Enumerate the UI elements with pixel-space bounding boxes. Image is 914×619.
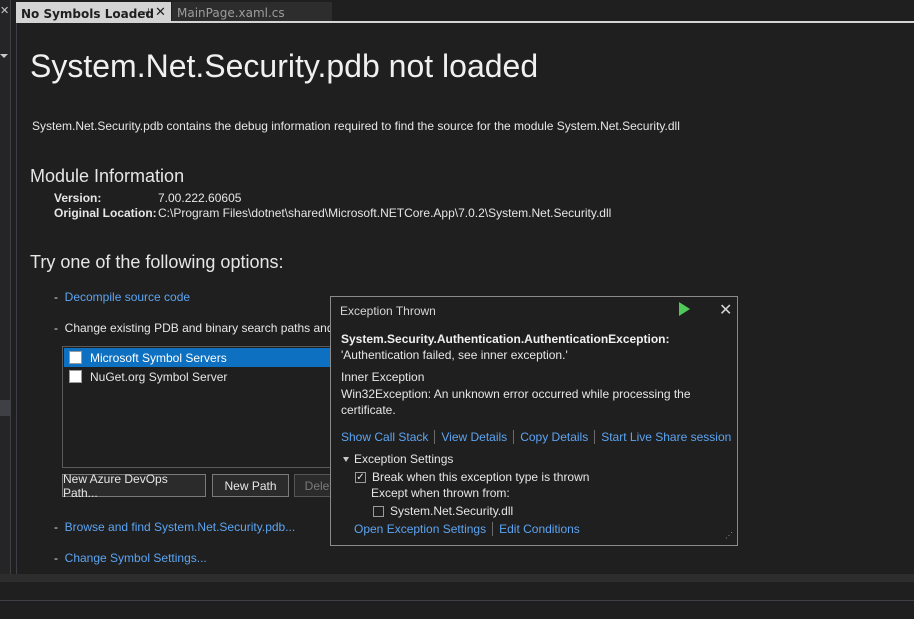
divider xyxy=(492,522,494,536)
exception-settings-heading: Exception Settings xyxy=(354,452,454,466)
tab-label: No Symbols Loaded xyxy=(21,6,155,21)
exception-type: System.Security.Authentication.Authentic… xyxy=(341,332,670,346)
collapse-triangle-icon xyxy=(343,456,349,462)
break-when-thrown-label: Break when this exception type is thrown xyxy=(372,470,590,484)
option-change-symbol-settings: - Change Symbol Settings... xyxy=(54,551,207,565)
break-when-thrown-option[interactable]: ✓ Break when this exception type is thro… xyxy=(355,470,589,484)
edit-conditions-link[interactable]: Edit Conditions xyxy=(499,522,580,536)
close-icon[interactable]: ✕ xyxy=(719,300,732,320)
close-icon[interactable]: ✕ xyxy=(0,4,9,17)
popup-title: Exception Thrown xyxy=(340,304,436,318)
option-decompile: - Decompile source code xyxy=(54,290,190,304)
divider xyxy=(434,430,436,444)
option-change-paths: - Change existing PDB and binary search … xyxy=(54,321,341,335)
tab-no-symbols-loaded[interactable]: No Symbols Loaded ⊣ ✕ xyxy=(16,2,171,23)
checkbox[interactable] xyxy=(373,505,384,517)
module-exclusion-option[interactable]: System.Net.Security.dll xyxy=(373,504,513,518)
exception-settings-toggle[interactable]: Exception Settings xyxy=(343,452,453,466)
bullet: - xyxy=(54,321,58,335)
list-item-label: Microsoft Symbol Servers xyxy=(90,350,227,365)
module-label: System.Net.Security.dll xyxy=(390,504,514,518)
status-bar xyxy=(0,600,914,619)
location-label: Original Location: xyxy=(54,206,157,220)
copy-details-link[interactable]: Copy Details xyxy=(520,430,588,444)
open-exception-settings-link[interactable]: Open Exception Settings xyxy=(354,522,486,536)
list-item-microsoft-symbol-servers[interactable]: Microsoft Symbol Servers xyxy=(64,348,352,367)
inner-exception-heading: Inner Exception xyxy=(341,370,425,384)
divider xyxy=(513,430,515,444)
scroll-thumb[interactable] xyxy=(0,400,10,416)
except-when-thrown-label: Except when thrown from: xyxy=(371,486,510,500)
new-path-button[interactable]: New Path xyxy=(212,474,289,497)
list-item-label: NuGet.org Symbol Server xyxy=(90,369,228,384)
change-paths-text: Change existing PDB and binary search pa… xyxy=(64,321,341,335)
start-live-share-link[interactable]: Start Live Share session xyxy=(601,430,731,444)
checkbox[interactable]: ✓ xyxy=(355,471,366,483)
new-azure-devops-path-button[interactable]: New Azure DevOps Path... xyxy=(62,472,206,500)
page-title: System.Net.Security.pdb not loaded xyxy=(30,48,539,84)
list-item-nuget-symbol-server[interactable]: NuGet.org Symbol Server xyxy=(64,367,352,386)
inner-exception-message: Win32Exception: An unknown error occurre… xyxy=(341,387,691,417)
version-value: 7.00.222.60605 xyxy=(158,191,242,205)
view-details-link[interactable]: View Details xyxy=(441,430,507,444)
bullet: - xyxy=(54,551,58,565)
version-label: Version: xyxy=(54,191,102,205)
decompile-link[interactable]: Decompile source code xyxy=(65,290,190,304)
options-heading: Try one of the following options: xyxy=(30,252,284,272)
document-tab-bar: No Symbols Loaded ⊣ ✕ MainPage.xaml.cs xyxy=(16,2,914,23)
bullet: - xyxy=(54,290,58,304)
pin-icon[interactable]: ⊣ xyxy=(140,6,150,19)
popup-settings-links: Open Exception Settings Edit Conditions xyxy=(354,522,580,536)
option-browse: - Browse and find System.Net.Security.pd… xyxy=(54,520,295,534)
exception-message: 'Authentication failed, see inner except… xyxy=(341,348,568,362)
browse-link[interactable]: Browse and find System.Net.Security.pdb.… xyxy=(65,520,296,534)
chevron-down-icon[interactable] xyxy=(0,54,8,58)
popup-actions: Show Call Stack View Details Copy Detail… xyxy=(341,430,731,444)
resize-grip-icon[interactable]: ⋰ xyxy=(725,532,735,543)
checkbox[interactable] xyxy=(69,370,82,383)
bullet: - xyxy=(54,520,58,534)
continue-play-icon[interactable] xyxy=(679,302,690,316)
horizontal-scrollbar[interactable] xyxy=(0,574,914,582)
checkbox[interactable] xyxy=(69,351,82,364)
tab-label: MainPage.xaml.cs xyxy=(177,5,285,20)
exception-thrown-popup: Exception Thrown ✕ System.Security.Authe… xyxy=(330,296,738,546)
module-info-heading: Module Information xyxy=(30,166,185,186)
description-text: System.Net.Security.pdb contains the deb… xyxy=(32,119,680,133)
symbol-server-list[interactable]: Microsoft Symbol Servers NuGet.org Symbo… xyxy=(62,346,352,468)
show-call-stack-link[interactable]: Show Call Stack xyxy=(341,430,428,444)
close-icon[interactable]: ✕ xyxy=(155,5,166,20)
change-symbol-settings-link[interactable]: Change Symbol Settings... xyxy=(65,551,207,565)
left-panel-strip: ✕ xyxy=(0,0,11,574)
tab-mainpage-xaml-cs[interactable]: MainPage.xaml.cs xyxy=(172,2,332,23)
location-value: C:\Program Files\dotnet\shared\Microsoft… xyxy=(158,206,612,220)
divider xyxy=(594,430,596,444)
